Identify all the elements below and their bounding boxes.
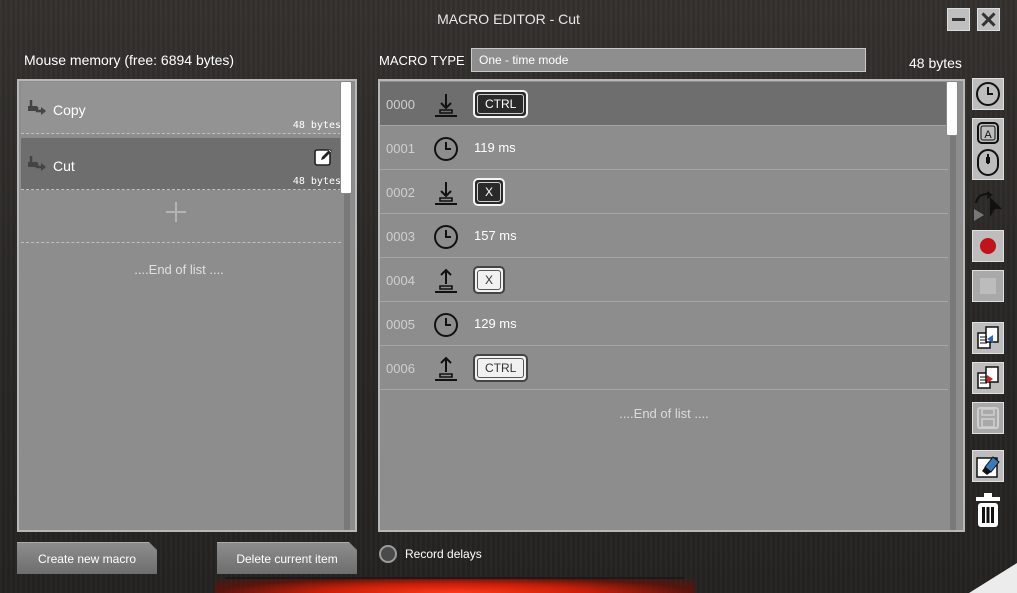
step-row[interactable]: 0006 CTRL	[380, 346, 948, 390]
step-index: 0001	[386, 141, 415, 156]
macro-type-select[interactable]: One - time mode	[471, 48, 866, 72]
record-delays-label: Record delays	[405, 547, 482, 561]
minimize-button[interactable]	[947, 8, 970, 31]
key-label: CTRL	[485, 97, 517, 111]
delete-item-button[interactable]: Delete current item	[217, 542, 357, 574]
steps-scrollbar[interactable]	[946, 81, 958, 136]
keyboard-mouse-icon: A	[977, 122, 999, 176]
eraser-icon	[976, 456, 1000, 478]
key-badge: CTRL	[473, 354, 529, 382]
step-index: 0000	[386, 97, 415, 112]
macro-size: 48 bytes	[292, 176, 341, 187]
save-icon	[977, 407, 999, 429]
trash-icon	[976, 493, 1000, 527]
clock-icon	[976, 82, 1000, 106]
key-up-icon	[435, 356, 457, 381]
key-down-icon	[435, 182, 457, 205]
step-row[interactable]: 0001 119 ms	[380, 126, 948, 170]
record-delays-checkbox[interactable]	[379, 545, 397, 563]
memory-label: Mouse memory (free: 6894 bytes)	[24, 52, 235, 68]
macro-size: 48 bytes	[292, 120, 341, 131]
macro-steps-list: 0000 CTRL 0001 119 ms 0002 X 0003 157 ms…	[378, 79, 965, 532]
macro-name: Cut	[53, 158, 75, 174]
stop-button[interactable]	[972, 270, 1004, 302]
record-button[interactable]	[972, 230, 1004, 262]
record-icon	[980, 238, 996, 254]
macro-item-cut[interactable]: Cut 48 bytes	[21, 138, 341, 190]
resize-corner[interactable]	[969, 563, 1017, 593]
divider	[21, 242, 341, 243]
edit-icon[interactable]	[314, 147, 334, 167]
step-row[interactable]: 0000 CTRL	[380, 82, 948, 126]
window-title: MACRO EDITOR - Cut	[437, 11, 580, 27]
key-down-icon	[435, 94, 457, 117]
step-row[interactable]: 0004 X	[380, 258, 948, 302]
export-button[interactable]	[972, 362, 1004, 394]
decorative-glow	[215, 577, 695, 593]
step-row[interactable]: 0002 X	[380, 170, 948, 214]
macro-list: Copy 48 bytes Cut 48 bytes ....End of li…	[17, 79, 357, 532]
step-row[interactable]: 0005 129 ms	[380, 302, 948, 346]
cursor-rotate-icon	[974, 191, 1002, 221]
key-up-icon	[435, 268, 457, 293]
step-index: 0002	[386, 185, 415, 200]
mouse-action-button[interactable]	[972, 190, 1004, 224]
steps-scroll-track[interactable]	[950, 81, 956, 530]
macro-size-label: 48 bytes	[909, 55, 962, 71]
delay-value: 119 ms	[474, 140, 516, 155]
key-badge: CTRL	[473, 90, 529, 118]
macro-name: Copy	[53, 102, 86, 118]
steps-list-end: ....End of list ....	[619, 406, 709, 421]
clock-icon	[434, 137, 458, 161]
create-macro-button[interactable]: Create new macro	[17, 542, 157, 574]
import-button[interactable]	[972, 322, 1004, 354]
key-label: CTRL	[485, 361, 517, 375]
stop-icon	[980, 278, 996, 294]
key-badge: X	[473, 266, 506, 294]
plus-icon[interactable]	[165, 201, 187, 223]
save-button[interactable]	[972, 402, 1004, 434]
macro-list-scrollbar[interactable]	[340, 81, 352, 194]
erase-button[interactable]	[972, 450, 1004, 482]
step-index: 0003	[386, 229, 415, 244]
macro-editor-window: MACRO EDITOR - Cut Mouse memory (free: 6…	[0, 0, 1017, 593]
close-button[interactable]	[977, 8, 1000, 31]
step-row[interactable]: 0003 157 ms	[380, 214, 948, 258]
step-index: 0005	[386, 317, 415, 332]
clock-icon	[434, 225, 458, 249]
key-badge: X	[473, 178, 506, 206]
delay-value: 157 ms	[474, 228, 517, 243]
macro-item-copy[interactable]: Copy 48 bytes	[21, 82, 341, 134]
svg-text:A: A	[984, 129, 992, 141]
step-index: 0006	[386, 361, 415, 376]
import-icon	[977, 326, 999, 349]
key-label: X	[485, 273, 494, 287]
delete-button[interactable]	[972, 490, 1004, 530]
export-icon	[977, 366, 999, 389]
step-index: 0004	[386, 273, 415, 288]
mouse-macro-icon	[28, 156, 46, 171]
title-bar[interactable]: MACRO EDITOR - Cut	[0, 0, 1017, 38]
clock-icon	[434, 313, 458, 337]
key-label: X	[485, 185, 494, 199]
insert-delay-button[interactable]	[972, 78, 1004, 110]
macro-type-label: MACRO TYPE	[379, 53, 465, 68]
delay-value: 129 ms	[474, 316, 517, 331]
macro-list-end: ....End of list ....	[134, 262, 224, 277]
mouse-macro-icon	[28, 100, 46, 115]
insert-keyboard-mouse-button[interactable]: A	[972, 118, 1004, 180]
record-delays-option[interactable]: Record delays	[379, 545, 482, 563]
